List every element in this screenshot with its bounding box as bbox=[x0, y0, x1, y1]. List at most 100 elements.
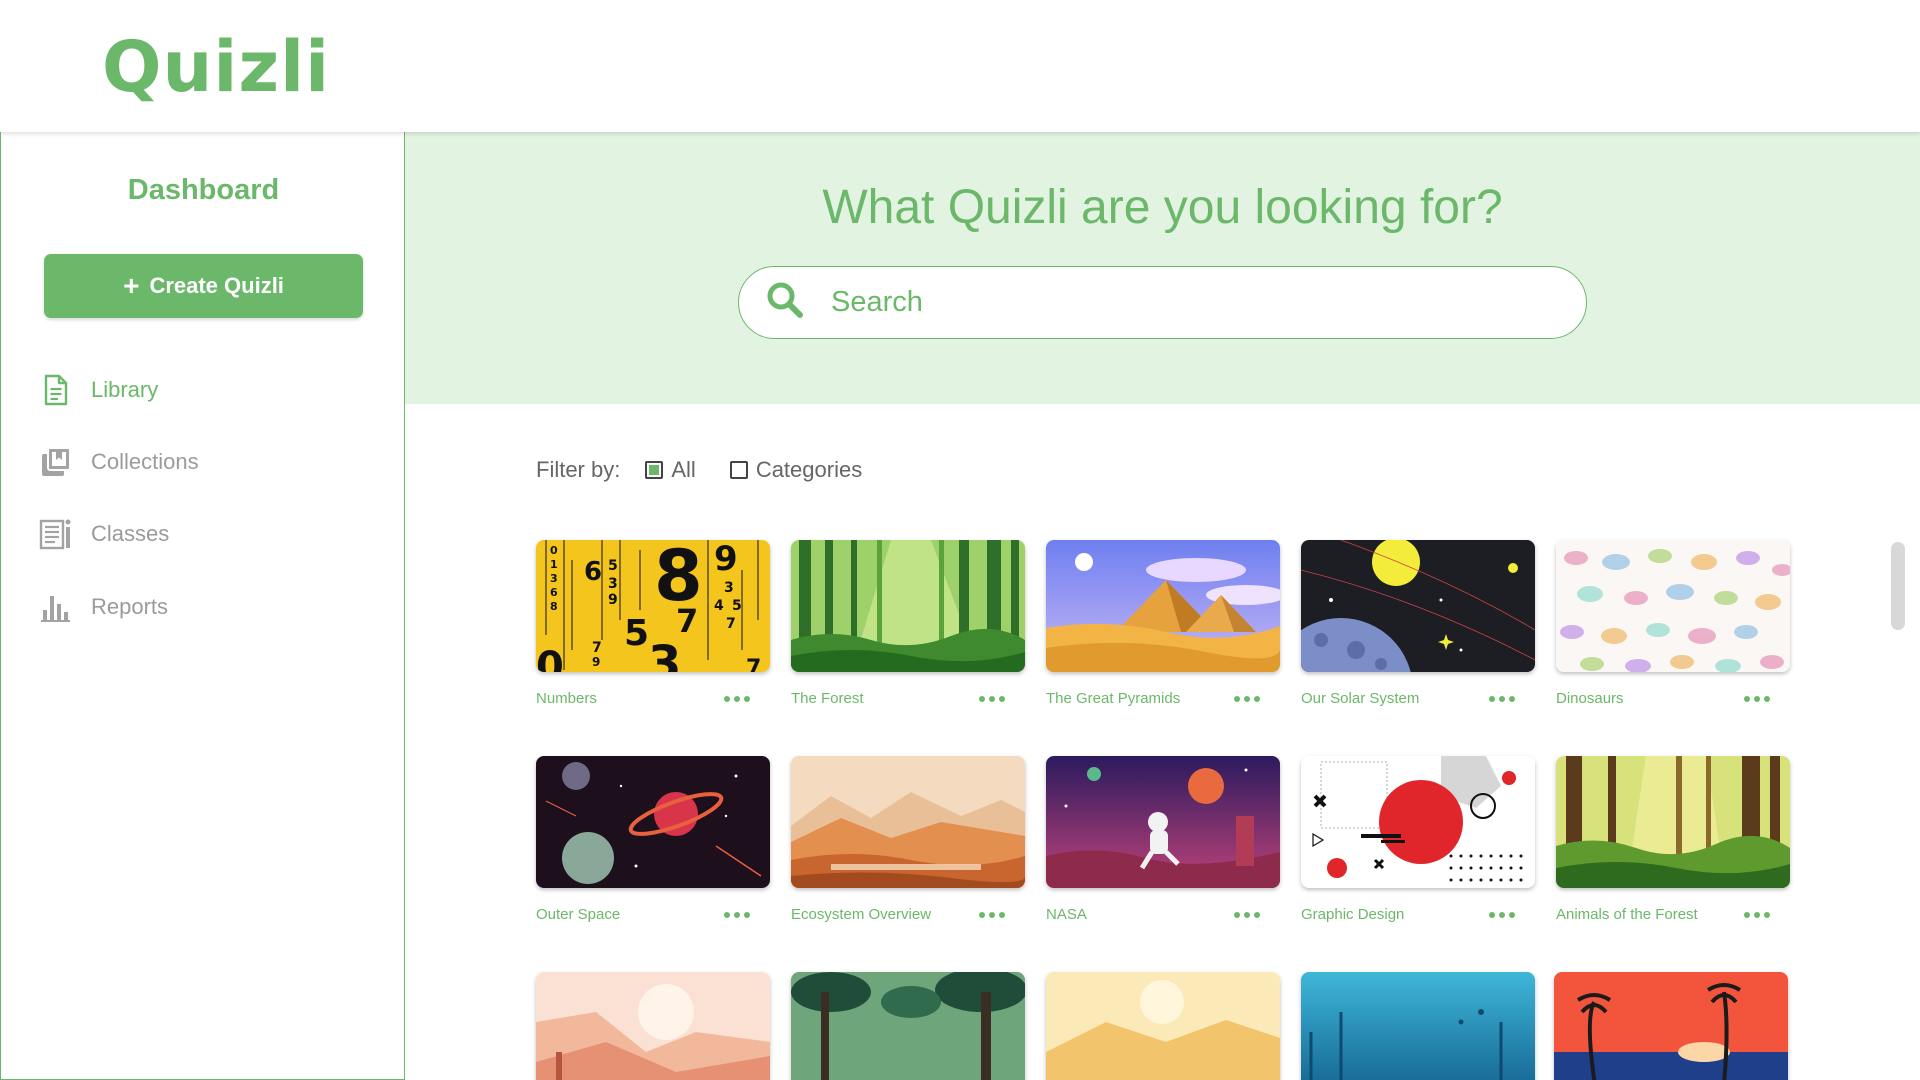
quiz-thumbnail-jungle[interactable] bbox=[791, 972, 1025, 1080]
svg-text:3: 3 bbox=[724, 580, 734, 596]
quiz-card[interactable]: NASA bbox=[1046, 756, 1280, 923]
quiz-title[interactable]: NASA bbox=[1046, 906, 1087, 923]
quiz-card[interactable]: 8 9 6 5 7 3 0 7 5 3 9 0 1 3 6 8 3 5 4 7 … bbox=[536, 540, 770, 707]
filter-categories-checkbox[interactable]: Categories bbox=[729, 457, 863, 483]
search-icon bbox=[739, 280, 805, 325]
quiz-title[interactable]: The Great Pyramids bbox=[1046, 690, 1180, 707]
quiz-thumbnail-ecosystem[interactable] bbox=[791, 756, 1025, 888]
dashboard-title: Dashboard bbox=[127, 174, 280, 206]
svg-text:5: 5 bbox=[732, 598, 742, 614]
document-icon bbox=[39, 373, 73, 407]
quiz-title[interactable]: Animals of the Forest bbox=[1556, 906, 1698, 923]
svg-text:7: 7 bbox=[746, 656, 761, 672]
svg-text:5: 5 bbox=[624, 613, 649, 654]
sidebar-item-classes[interactable]: Classes bbox=[39, 517, 169, 551]
quiz-title[interactable]: Ecosystem Overview bbox=[791, 906, 931, 923]
quiz-title[interactable]: The Forest bbox=[791, 690, 864, 707]
quiz-title[interactable]: Outer Space bbox=[536, 906, 620, 923]
quiz-card[interactable] bbox=[536, 972, 770, 1080]
quiz-thumbnail-desert[interactable] bbox=[536, 972, 770, 1080]
quiz-thumbnail-forest[interactable] bbox=[791, 540, 1025, 672]
quiz-thumbnail-animals-forest[interactable] bbox=[1556, 756, 1790, 888]
quiz-thumbnail-numbers[interactable]: 8 9 6 5 7 3 0 7 5 3 9 0 1 3 6 8 3 5 4 7 … bbox=[536, 540, 770, 672]
filter-option-label: Categories bbox=[755, 457, 863, 482]
quiz-card[interactable]: Dinosaurs bbox=[1556, 540, 1790, 707]
quiz-card[interactable] bbox=[1046, 972, 1280, 1080]
quiz-card[interactable]: Graphic Design bbox=[1301, 756, 1535, 923]
quiz-thumbnail-graphic-design[interactable] bbox=[1301, 756, 1535, 888]
svg-text:9: 9 bbox=[592, 655, 600, 669]
scrollbar[interactable] bbox=[1889, 542, 1905, 1080]
bar-chart-icon bbox=[39, 590, 73, 624]
quizli-logo[interactable]: Quizli bbox=[102, 26, 330, 108]
sidebar-item-reports[interactable]: Reports bbox=[39, 590, 168, 624]
filter-all-checkbox[interactable]: All bbox=[645, 457, 696, 483]
search-hero: What Quizli are you looking for? bbox=[405, 132, 1920, 404]
page-title: What Quizli are you looking for? bbox=[822, 181, 1503, 234]
quiz-title[interactable]: Numbers bbox=[536, 690, 597, 707]
svg-text:5: 5 bbox=[608, 558, 618, 574]
sidebar: Dashboard + Create Quizli Library Collec… bbox=[0, 132, 405, 1080]
quiz-card[interactable]: The Forest bbox=[791, 540, 1025, 707]
quiz-card[interactable] bbox=[1301, 972, 1535, 1080]
create-quizli-button[interactable]: + Create Quizli bbox=[44, 254, 363, 318]
quiz-thumbnail-sunset[interactable] bbox=[1554, 972, 1788, 1080]
svg-text:7: 7 bbox=[676, 602, 698, 640]
quiz-card[interactable]: Outer Space bbox=[536, 756, 770, 923]
quiz-thumbnail-dinosaurs[interactable] bbox=[1556, 540, 1790, 672]
svg-text:7: 7 bbox=[726, 616, 736, 632]
more-options-icon[interactable] bbox=[1744, 695, 1770, 702]
quiz-card[interactable]: Ecosystem Overview bbox=[791, 756, 1025, 923]
collections-icon bbox=[39, 445, 73, 479]
main-content: What Quizli are you looking for? Filter … bbox=[405, 132, 1920, 1080]
svg-text:0: 0 bbox=[536, 644, 564, 672]
more-options-icon[interactable] bbox=[1234, 695, 1260, 702]
search-bar[interactable] bbox=[738, 266, 1587, 339]
quiz-thumbnail-nasa[interactable] bbox=[1046, 756, 1280, 888]
svg-text:0: 0 bbox=[550, 544, 558, 557]
quiz-title[interactable]: Graphic Design bbox=[1301, 906, 1404, 923]
checkbox-checked-icon bbox=[645, 461, 664, 479]
svg-text:7: 7 bbox=[592, 640, 602, 656]
svg-text:4: 4 bbox=[714, 598, 724, 614]
sidebar-item-label: Classes bbox=[91, 521, 170, 546]
create-quizli-label: Create Quizli bbox=[149, 273, 284, 298]
svg-text:3: 3 bbox=[550, 572, 558, 585]
more-options-icon[interactable] bbox=[724, 695, 750, 702]
quiz-card[interactable]: The Great Pyramids bbox=[1046, 540, 1280, 707]
more-options-icon[interactable] bbox=[724, 911, 750, 918]
quiz-thumbnail-solar-system[interactable] bbox=[1301, 540, 1535, 672]
more-options-icon[interactable] bbox=[1234, 911, 1260, 918]
checkbox-empty-icon bbox=[729, 461, 748, 479]
quiz-card[interactable]: Animals of the Forest bbox=[1556, 756, 1790, 923]
more-options-icon[interactable] bbox=[979, 695, 1005, 702]
sidebar-item-label: Collections bbox=[91, 449, 199, 474]
top-bar: Quizli bbox=[0, 0, 1920, 132]
svg-text:9: 9 bbox=[714, 540, 738, 579]
more-options-icon[interactable] bbox=[1744, 911, 1770, 918]
scrollbar-thumb[interactable] bbox=[1891, 542, 1905, 630]
search-input[interactable] bbox=[831, 286, 1531, 319]
more-options-icon[interactable] bbox=[1489, 695, 1515, 702]
quiz-card[interactable] bbox=[791, 972, 1025, 1080]
sidebar-item-collections[interactable]: Collections bbox=[39, 445, 199, 479]
more-options-icon[interactable] bbox=[1489, 911, 1515, 918]
quiz-card[interactable]: Our Solar System bbox=[1301, 540, 1535, 707]
quiz-thumbnail-ocean[interactable] bbox=[1301, 972, 1535, 1080]
filter-bar: Filter by: All Categories bbox=[536, 457, 896, 483]
svg-text:3: 3 bbox=[648, 636, 681, 672]
quiz-card[interactable] bbox=[1554, 972, 1788, 1080]
classes-icon bbox=[39, 517, 73, 551]
sidebar-item-library[interactable]: Library bbox=[39, 373, 158, 407]
svg-text:9: 9 bbox=[608, 592, 618, 608]
quiz-title[interactable]: Our Solar System bbox=[1301, 690, 1419, 707]
sidebar-item-label: Library bbox=[91, 377, 159, 402]
plus-icon: + bbox=[123, 270, 140, 301]
svg-text:6: 6 bbox=[550, 586, 558, 599]
quiz-thumbnail-pyramids[interactable] bbox=[1046, 540, 1280, 672]
more-options-icon[interactable] bbox=[979, 911, 1005, 918]
quiz-title[interactable]: Dinosaurs bbox=[1556, 690, 1624, 707]
quiz-thumbnail-outer-space[interactable] bbox=[536, 756, 770, 888]
filter-label: Filter by: bbox=[536, 457, 621, 482]
quiz-thumbnail-dunes[interactable] bbox=[1046, 972, 1280, 1080]
